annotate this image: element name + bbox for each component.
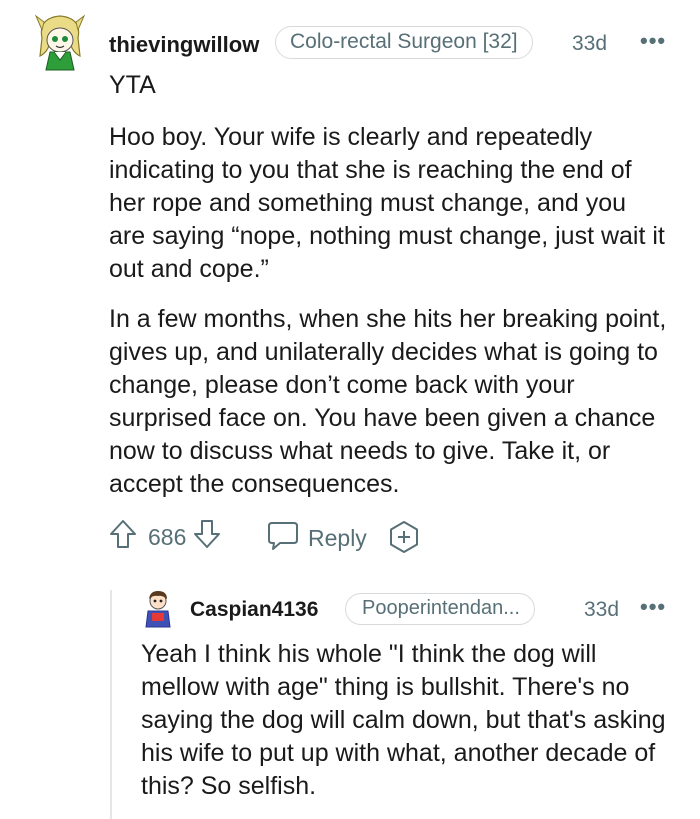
reply-body: Yeah I think his whole "I think the dog … (141, 640, 666, 800)
more-options-button[interactable]: ••• (640, 28, 666, 54)
vote-count: 686 (148, 523, 187, 550)
comment-body: Hoo boy. Your wife is clearly and repeat… (109, 121, 669, 501)
comment-paragraph-2: In a few months, when she hits her break… (109, 305, 667, 498)
vote-controls: 686 (108, 518, 222, 556)
reply-username[interactable]: Caspian4136 (190, 598, 318, 622)
comment-paragraph-1: Hoo boy. Your wife is clearly and repeat… (109, 123, 665, 283)
reply-user-flair: Pooperintendan... (345, 593, 535, 625)
speech-bubble-icon (266, 519, 300, 557)
downvote-arrow-icon[interactable] (192, 518, 222, 556)
thread-line[interactable] (110, 590, 112, 819)
award-plus-icon[interactable] (387, 520, 421, 559)
upvote-arrow-icon[interactable] (108, 518, 138, 556)
reply-avatar-icon[interactable] (140, 589, 176, 629)
reply-label: Reply (308, 524, 367, 551)
comment-username[interactable]: thievingwillow (109, 32, 259, 58)
reply-timestamp: 33d (584, 598, 620, 621)
comment-timestamp: 33d (572, 32, 608, 55)
user-flair: Colo-rectal Surgeon [32] (275, 26, 533, 59)
reply-more-options-button[interactable]: ••• (640, 594, 666, 620)
comment-verdict: YTA (109, 71, 156, 99)
reply-button[interactable]: Reply (266, 519, 367, 557)
avatar-icon[interactable] (32, 12, 88, 71)
